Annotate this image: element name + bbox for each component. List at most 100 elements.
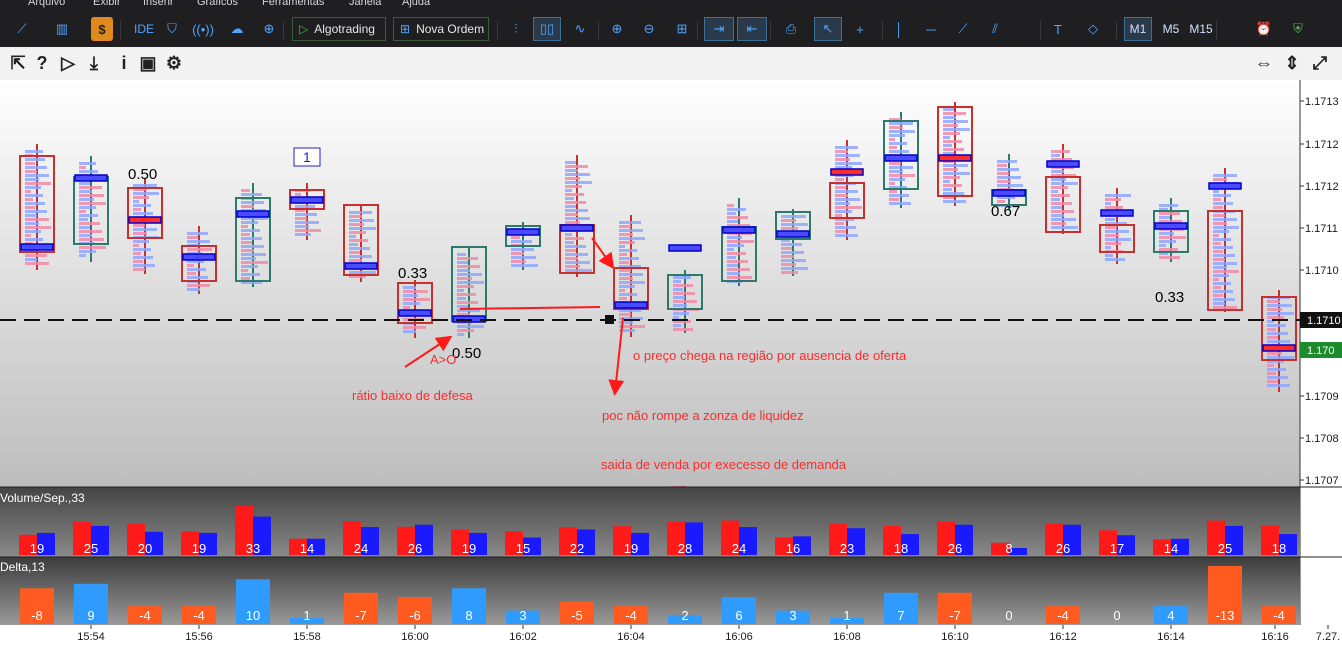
box-ratio-label: 0.50 — [128, 166, 157, 183]
volume-value: 19 — [462, 541, 476, 556]
price-panel-bg — [0, 80, 1300, 487]
shopping-bag-icon[interactable]: ⛉ — [161, 17, 183, 41]
cloud-icon[interactable]: ☁ — [224, 17, 250, 41]
chart-shift-icon[interactable]: ⇤ — [737, 17, 767, 41]
algotrading-button[interactable]: ▷ Algotrading — [292, 17, 386, 41]
download-icon[interactable]: ⤓ — [82, 51, 106, 75]
horizontal-line-icon[interactable]: ─ — [918, 17, 944, 41]
algotrading-button-label: Algotrading — [314, 22, 375, 36]
delta-value: 0 — [1113, 608, 1120, 623]
resize-vertical-icon[interactable]: ⇕ — [1280, 51, 1304, 75]
price-tick-label: 1.1712 — [1305, 139, 1339, 151]
main-toolbar: ⟋ ▥ $ ⛉ ((•)) ☁ ⊕ ⫶ ▯▯ ∿ ⊕ ⊖ ⊞ ⇥ ⇤ ⎙ ↖ + │ ─ ⟋ ⫽ T ◇ ⏰ ⛨ IDE ▷ Algot… — [0, 11, 1342, 48]
dollar-icon[interactable]: $ — [91, 17, 113, 41]
crosshair-icon[interactable]: + — [848, 17, 872, 41]
time-tick-label: 16:00 — [401, 631, 429, 643]
grid-icon[interactable]: ⊞ — [670, 17, 694, 41]
screenshot-icon[interactable]: ⎙ — [778, 17, 804, 41]
cursor-icon[interactable]: ↖ — [814, 17, 842, 41]
menu-item-6[interactable]: Ajuda — [402, 0, 430, 8]
volume-value: 19 — [30, 541, 44, 556]
zoom-in-icon[interactable]: ⊕ — [605, 17, 629, 41]
price-scale-bg — [1300, 80, 1342, 645]
expand-icon[interactable]: ⤢ — [1308, 51, 1332, 75]
new-order-button[interactable]: ⊞ Nova Ordem — [393, 17, 489, 41]
play-outline-icon[interactable]: ▷ — [56, 51, 80, 75]
ide-button[interactable]: IDE — [127, 17, 155, 41]
timeframe-M15[interactable]: M15 — [1188, 17, 1214, 41]
toolbar-separator — [598, 21, 599, 39]
delta-value: 3 — [789, 608, 796, 623]
candles-icon[interactable]: ▯▯ — [533, 17, 561, 41]
delta-panel-label: Delta,13 — [0, 560, 45, 574]
toolbar-separator — [697, 21, 698, 39]
volume-panel-label: Volume/Sep.,33 — [0, 491, 85, 505]
delta-value: -4 — [1057, 608, 1069, 623]
text-icon[interactable]: T — [1048, 17, 1068, 41]
chart-window-icon[interactable]: ▣ — [136, 51, 160, 75]
count-badge-label: 1 — [303, 149, 311, 165]
signal-icon[interactable]: ((•)) — [189, 17, 217, 41]
arrow-tool-icon[interactable]: ⇱ — [6, 51, 30, 75]
line-chart-icon[interactable]: ⟋ — [8, 17, 36, 41]
resize-horizontal-icon[interactable]: ⇔ — [1252, 51, 1276, 75]
menu-item-2[interactable]: Inserir — [143, 0, 174, 8]
globe-icon[interactable]: ⊕ — [256, 17, 282, 41]
delta-value: -4 — [193, 608, 205, 623]
volume-value: 18 — [894, 541, 908, 556]
bid-price-label: 1.170 — [1307, 345, 1335, 357]
timeframe-M5[interactable]: M5 — [1158, 17, 1184, 41]
delta-value: -7 — [355, 608, 367, 623]
delta-value: -13 — [1216, 608, 1235, 623]
shield-icon[interactable]: ⛨ — [1288, 17, 1308, 41]
annotation-price-arrival: o preço chega na região por ausencia de … — [633, 348, 907, 363]
timeframe-M1[interactable]: M1 — [1124, 17, 1152, 41]
delta-value: -7 — [949, 608, 961, 623]
menu-item-1[interactable]: Exibir — [93, 0, 121, 8]
delta-value: 4 — [1167, 608, 1174, 623]
autoscroll-icon[interactable]: ⇥ — [704, 17, 734, 41]
toolbar-separator — [1040, 21, 1041, 39]
chart-canvas[interactable]: 1.17131.17121.17121.17111.17101.17091.17… — [0, 80, 1342, 645]
time-tick-label: 15:54 — [77, 631, 105, 643]
settings-icon[interactable]: ⚙ — [162, 51, 186, 75]
zoom-out-icon[interactable]: ⊖ — [637, 17, 661, 41]
line-icon[interactable]: ∿ — [566, 17, 594, 41]
volume-value: 16 — [786, 541, 800, 556]
time-tick-label: 16:04 — [617, 631, 645, 643]
menu-item-4[interactable]: Ferramentas — [262, 0, 324, 8]
annotation-ratio: rátio baixo de defesa — [352, 388, 473, 403]
menu-item-5[interactable]: Janela — [349, 0, 381, 8]
delta-value: -8 — [31, 608, 43, 623]
delta-value: -6 — [409, 608, 421, 623]
annotation-marker — [605, 315, 614, 324]
channel-icon[interactable]: ⫽ — [982, 17, 1008, 41]
delta-value: 0 — [1005, 608, 1012, 623]
bars-icon[interactable]: ⫶ — [504, 17, 528, 41]
vertical-line-icon[interactable]: │ — [888, 17, 910, 41]
time-tick-label: 16:02 — [509, 631, 537, 643]
annotation-ao: A>O — [430, 352, 456, 367]
delta-value: -4 — [139, 608, 151, 623]
volume-value: 19 — [624, 541, 638, 556]
chart-type-icon[interactable]: ▥ — [48, 17, 76, 41]
info-icon[interactable]: i — [112, 51, 136, 75]
toolbar-separator — [497, 21, 498, 39]
volume-value: 23 — [840, 541, 854, 556]
menu-item-3[interactable]: Gráficos — [197, 0, 238, 8]
price-tick-label: 1.1711 — [1305, 223, 1338, 235]
help-icon[interactable]: ? — [30, 51, 54, 75]
menu-item-0[interactable]: Arquivo — [28, 0, 65, 8]
alarm-icon[interactable]: ⏰ — [1254, 17, 1274, 41]
volume-value: 33 — [246, 541, 260, 556]
toolbar-separator — [120, 21, 121, 39]
time-tick-label: 16:10 — [941, 631, 969, 643]
toolbar-separator — [1216, 21, 1217, 39]
time-tick-label: 16:08 — [833, 631, 861, 643]
time-tick-label: 15:56 — [185, 631, 213, 643]
volume-value: 24 — [354, 541, 368, 556]
annotation-sell-exit: saida de venda por execesso de demanda — [601, 457, 847, 472]
trendline-icon[interactable]: ⟋ — [950, 17, 976, 41]
toolbar-separator — [882, 21, 883, 39]
shapes-icon[interactable]: ◇ — [1076, 17, 1110, 41]
